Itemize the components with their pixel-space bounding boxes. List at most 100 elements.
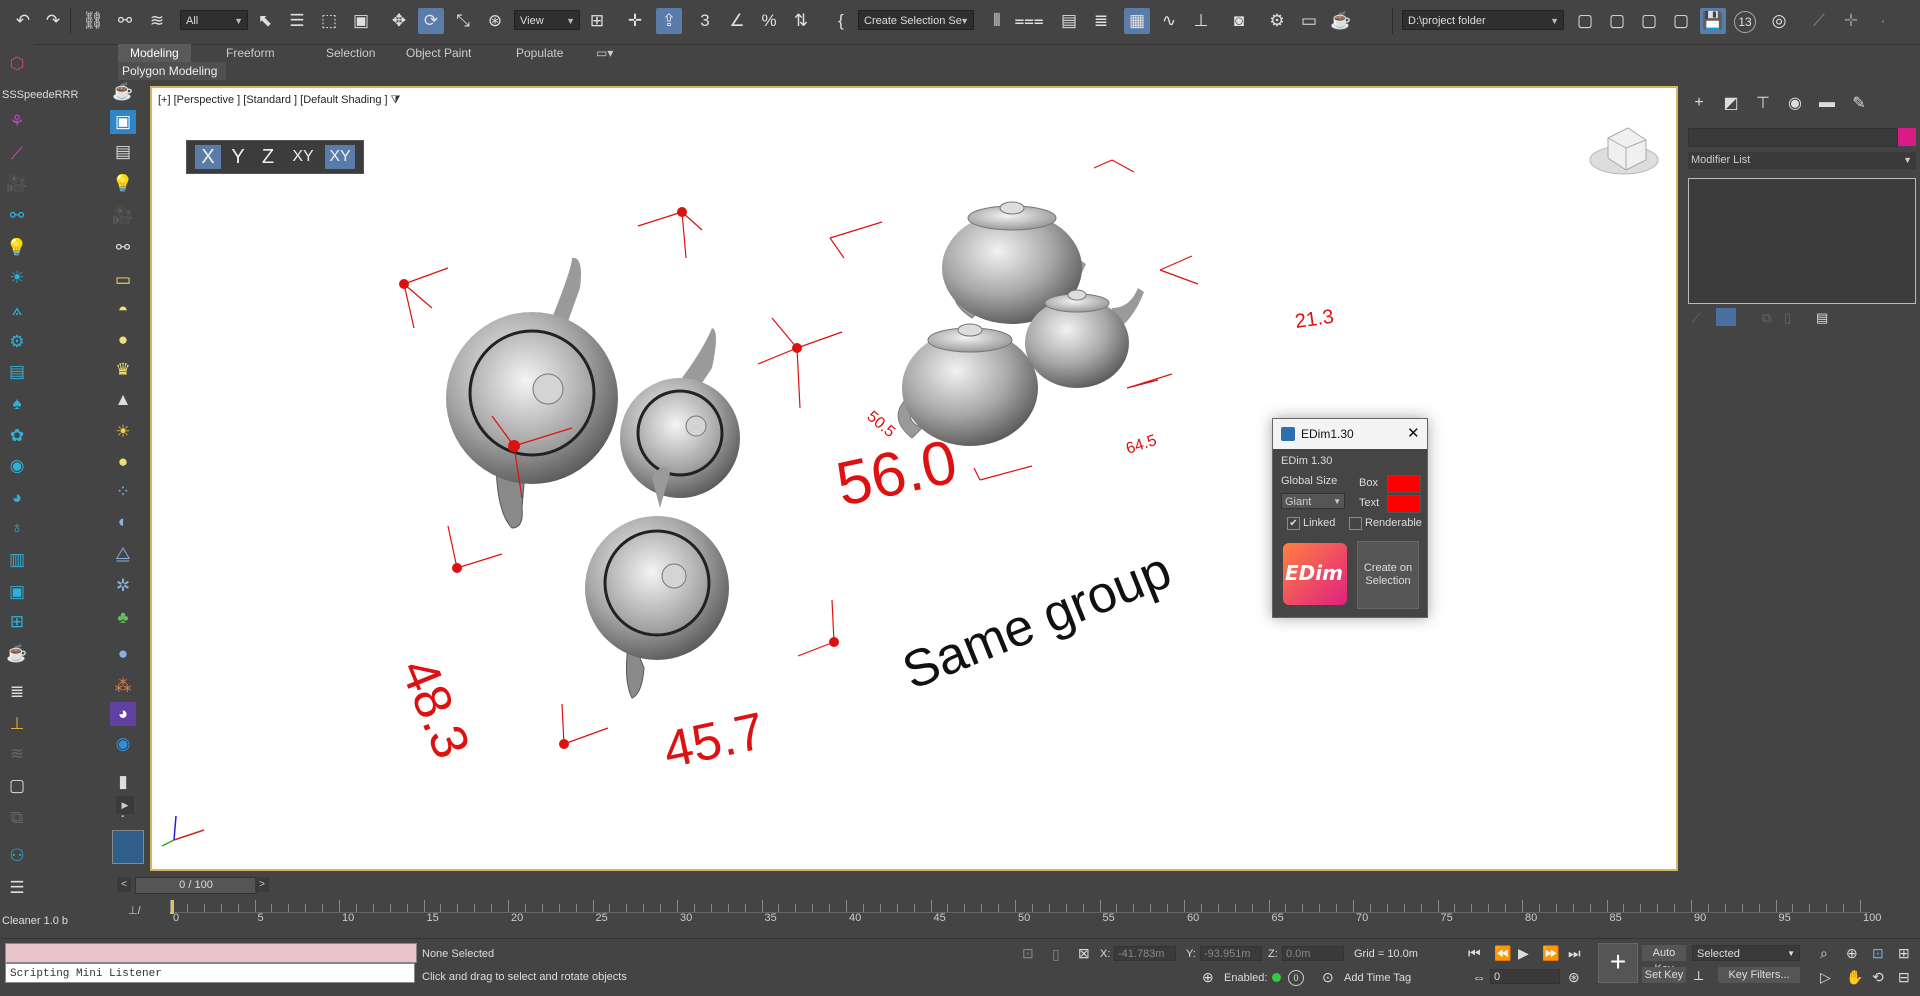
modifier-stack[interactable]	[1688, 178, 1916, 304]
display-tab-icon[interactable]: ▬	[1816, 92, 1838, 114]
x-coord-field[interactable]: -41.783m	[1114, 946, 1176, 961]
key-mode-toggle-icon[interactable]: ⇔	[1472, 969, 1486, 985]
rendered-frame-icon[interactable]: ▭	[1296, 8, 1322, 34]
goto-start-icon[interactable]: ⏮	[1468, 945, 1481, 962]
key-tangent-icon[interactable]: ⟂	[1694, 967, 1703, 984]
linked-checkbox[interactable]: ✔	[1287, 517, 1300, 530]
colors-icon[interactable]: ⁂	[110, 674, 136, 698]
mesh-light-icon[interactable]: ♛	[110, 358, 136, 382]
mirror-icon[interactable]: ⫴	[984, 8, 1010, 34]
disc-light-icon[interactable]: ●	[110, 450, 136, 474]
workspace-icon-4[interactable]: ▢	[1668, 8, 1694, 34]
curve-editor-mini-icon[interactable]: ⊥/	[128, 904, 141, 917]
motion-tab-icon[interactable]: ◉	[1784, 92, 1806, 114]
text-color-swatch[interactable]	[1387, 495, 1421, 513]
tree-icon[interactable]: ♠	[4, 392, 30, 416]
place-icon[interactable]: ⊛	[482, 8, 508, 34]
pin-stack-icon[interactable]: ⟋	[1692, 310, 1701, 326]
photo-icon[interactable]: ▣	[110, 110, 136, 134]
key-filters-button[interactable]: Key Filters...	[1718, 967, 1800, 983]
align-icon[interactable]: ⩶	[1014, 8, 1043, 34]
workspace-icon-3[interactable]: ▢	[1636, 8, 1662, 34]
counter-badge-icon[interactable]: 13	[1734, 11, 1756, 33]
play-icon[interactable]: ▶	[1518, 945, 1529, 962]
layers-disabled-icon[interactable]: ≋	[4, 742, 30, 766]
select-object-icon[interactable]: ⬉	[252, 8, 278, 34]
light-bulb-icon[interactable]: 💡	[4, 236, 30, 260]
layer-explorer-icon[interactable]: ≣	[1088, 8, 1114, 34]
fur-icon[interactable]: ◐	[110, 510, 136, 534]
expand-arrow-icon[interactable]: ▶	[116, 796, 134, 814]
fov-icon[interactable]: ▷	[1820, 969, 1831, 986]
set-key-button[interactable]: Set Key	[1642, 967, 1686, 983]
flower-icon[interactable]: ✿	[4, 424, 30, 448]
select-by-name-icon[interactable]: ☰	[284, 8, 310, 34]
lamp-icon[interactable]: 💡	[110, 172, 136, 196]
proxy-icon[interactable]: ⧋	[110, 542, 136, 566]
modifier-list-dropdown[interactable]: Modifier List ▼	[1688, 152, 1916, 169]
binoculars-icon[interactable]: ⚯	[4, 204, 30, 228]
tab-modeling[interactable]: Modeling	[118, 44, 191, 62]
next-key-icon[interactable]: ⏩	[1542, 945, 1559, 962]
save-icon[interactable]: 💾	[1700, 8, 1726, 34]
render-window-icon[interactable]: ▣	[4, 580, 30, 604]
teapot-icon[interactable]: ☕	[110, 80, 136, 104]
move-icon[interactable]: ✥	[386, 8, 412, 34]
create-on-selection-button[interactable]: Create on Selection	[1357, 541, 1419, 609]
camera-icon[interactable]: 🎥	[4, 172, 30, 196]
absolute-mode-icon[interactable]: ⊠	[1078, 945, 1090, 962]
orbit-icon[interactable]: ⟲	[1872, 969, 1884, 986]
tab-freeform[interactable]: Freeform	[214, 44, 287, 62]
goto-end-icon[interactable]: ⏭	[1568, 945, 1581, 962]
volume-icon[interactable]: ✲	[110, 574, 136, 598]
rect-selection-icon[interactable]: ⬚	[316, 8, 342, 34]
sphere-icon[interactable]: ◉	[4, 454, 30, 478]
named-selection-dropdown[interactable]: Create Selection Se ▼	[858, 10, 974, 30]
rotate-icon[interactable]: ⟳	[418, 8, 444, 34]
box-add-icon[interactable]: ▢	[4, 774, 30, 798]
schematic-view-icon[interactable]: ⊥	[1188, 8, 1214, 34]
prev-frame-arrow-icon[interactable]: <	[117, 877, 131, 892]
edit-named-sets-icon[interactable]: {	[828, 8, 854, 34]
sun-icon[interactable]: ☀	[4, 266, 30, 290]
tab-selection[interactable]: Selection	[314, 44, 387, 62]
zoom-extents-all-icon[interactable]: ⊞	[1898, 945, 1910, 962]
toggle-ribbon-icon[interactable]: ▦	[1124, 8, 1150, 34]
keyboard-shortcut-icon[interactable]: ⇪	[656, 8, 682, 34]
layers-icon[interactable]: ≣	[4, 680, 30, 704]
selection-filter-dropdown[interactable]: All ▼	[180, 10, 248, 30]
maximize-viewport-icon[interactable]: ⊟	[1898, 969, 1910, 986]
palette-swatch-icon[interactable]: ◕	[110, 702, 136, 726]
trackbar[interactable]: 0 5 10 15 20 25 30 35 40 45 50 55 60 65 70 75 80 85 90 95 10…	[170, 898, 1881, 934]
hierarchy-tab-icon[interactable]: ⊤	[1752, 92, 1774, 114]
scripting-mini-listener[interactable]: Scripting Mini Listener	[5, 963, 415, 983]
select-manipulate-icon[interactable]: ✛	[622, 8, 648, 34]
ribbon-options-icon[interactable]: ▭▾	[584, 44, 625, 62]
hierarchy-icon[interactable]: ⊥	[4, 712, 30, 736]
next-frame-arrow-icon[interactable]: >	[255, 877, 269, 892]
battery-icon[interactable]: ▮	[110, 770, 136, 794]
percent-snap-icon[interactable]: %	[756, 8, 782, 34]
utilities-tab-icon[interactable]: ✎	[1848, 92, 1870, 114]
snaps-toggle-icon[interactable]: 3	[692, 8, 718, 34]
make-unique-icon[interactable]: ⧉	[1762, 310, 1771, 326]
ref-coord-dropdown[interactable]: View ▼	[514, 10, 580, 30]
list-icon[interactable]: ☰	[4, 876, 30, 900]
render-production-icon[interactable]: ☕	[1328, 8, 1354, 34]
close-icon[interactable]: ✕	[1407, 424, 1420, 442]
remove-modifier-icon[interactable]: ▯	[1784, 310, 1791, 326]
angle-snap-icon[interactable]: ∠	[724, 8, 750, 34]
adaptive-degradation-icon[interactable]: ⊕	[1202, 969, 1214, 986]
spot-icon[interactable]: ⟑	[4, 298, 30, 322]
time-slider[interactable]: < 0 / 100 >	[115, 877, 1685, 895]
show-end-result-icon[interactable]	[1716, 308, 1736, 326]
spinner-snap-icon[interactable]: ⇅	[788, 8, 814, 34]
teapot-mesh-1[interactable]	[446, 257, 618, 529]
create-tab-icon[interactable]: +	[1688, 92, 1710, 114]
curve-editor-icon[interactable]: ∿	[1156, 8, 1182, 34]
object-color-swatch[interactable]	[1898, 128, 1916, 146]
sphere-light-icon[interactable]: ●	[110, 328, 136, 352]
project-folder-dropdown[interactable]: D:\project folder ▼	[1402, 10, 1564, 30]
helper-icon[interactable]: ⚯	[110, 236, 136, 260]
scatter-icon[interactable]: ⁘	[110, 480, 136, 504]
